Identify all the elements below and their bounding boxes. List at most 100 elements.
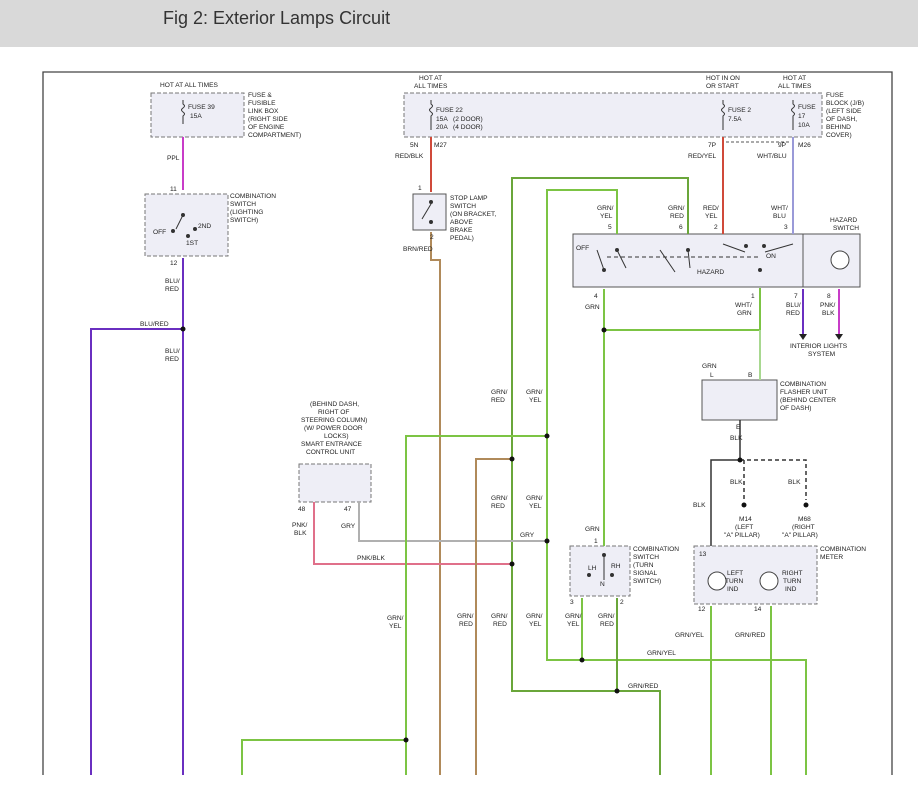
label-grn-red-b1: GRN/RED xyxy=(457,613,474,628)
label-flasher: COMBINATION FLASHER UNIT (BEHIND CENTER OF … xyxy=(780,381,836,412)
label-red-blk: RED/BLK xyxy=(395,153,424,160)
label-grn-l: GRN L xyxy=(702,363,717,379)
label-red-yel-top: RED/YEL xyxy=(703,205,719,220)
label-grn-yel-m2: GRN/YEL xyxy=(526,495,543,510)
label-haz-pin-8: 8 xyxy=(827,293,831,300)
label-pin-12: 12 xyxy=(170,260,178,267)
label-2nd: 2ND xyxy=(198,223,211,230)
wire-grn-hazard xyxy=(603,288,761,331)
label-haz-pin-7: 7 xyxy=(794,293,798,300)
label-stop-pin-1: 1 xyxy=(418,185,422,192)
label-interior-lights: INTERIOR LIGHTS SYSTEM xyxy=(790,343,848,358)
label-haz-pin-2: 2 xyxy=(714,224,718,231)
label-stop-lamp-switch: STOP LAMP SWITCH (ON BRACKET, ABOVE BRAKE PED… xyxy=(450,195,496,242)
label-pin-9p: 9P xyxy=(778,142,787,149)
diagram-border xyxy=(42,71,893,775)
label-m68: M68 (RIGHT "A" PILLAR) xyxy=(782,516,818,539)
label-pin-14: 14 xyxy=(754,606,762,613)
label-ppl: PPL xyxy=(167,155,180,162)
label-pin-12-meter: 12 xyxy=(698,606,706,613)
label-gry: GRY xyxy=(341,523,356,530)
label-haz-pin-6: 6 xyxy=(679,224,683,231)
label-grn-yel-m1: GRN/YEL xyxy=(526,389,543,404)
label-fuse-block: FUSE BLOCK (J/B) (LEFT SIDE OF DASH, BEHIND C… xyxy=(826,92,864,139)
label-hot-in-on: HOT IN ON OR START xyxy=(706,75,740,90)
label-rh: RH xyxy=(611,563,621,570)
label-pin-47: 47 xyxy=(344,506,352,513)
label-comb-meter: COMBINATION METER xyxy=(820,546,866,561)
label-haz-pin-1: 1 xyxy=(751,293,755,300)
label-haz-pin-3: 3 xyxy=(784,224,788,231)
label-hot-at-all-times-3: HOT AT ALL TIMES xyxy=(778,75,812,90)
label-smart-entrance: (BEHIND DASH, RIGHT OF STEERING COLUMN) (W/… xyxy=(301,401,367,456)
label-fuse-39-amp: 15A xyxy=(190,113,202,120)
label-hot-at-all-times-1: HOT AT ALL TIMES xyxy=(160,82,219,89)
label-blk-2: BLK xyxy=(730,479,743,486)
label-fusible-link-box: FUSE & FUSIBLE LINK BOX (RIGHT SIDE OF ENGIN… xyxy=(248,92,301,139)
label-blk: BLK xyxy=(730,435,743,442)
label-grn-red-top: GRN/RED xyxy=(668,205,685,220)
hazard-switch-box xyxy=(572,233,861,288)
label-pnk-blk: PNK/BLK xyxy=(292,522,308,537)
wire-brn-red xyxy=(430,232,441,775)
label-grn-red-h: GRN/RED xyxy=(628,683,659,690)
label-stop-pin-2: 2 xyxy=(430,234,434,241)
label-blk-3: BLK xyxy=(788,479,801,486)
label-fuse-22-doors: (2 DOOR) (4 DOOR) xyxy=(453,116,483,131)
label-pin-7p: 7P xyxy=(708,142,717,149)
label-turn-pin-2: 2 xyxy=(620,599,624,606)
label-blu-red-a: BLU/RED xyxy=(165,278,180,293)
label-blu-red-b: BLU/RED xyxy=(140,321,169,328)
circuit-diagram: HOT AT ALL TIMES FUSE 39 15A FUSE & FUSIB… xyxy=(42,71,893,775)
label-m14: M14 (LEFT "A" PILLAR) xyxy=(724,516,760,539)
label-grn-yel-meter: GRN/YEL xyxy=(675,632,704,639)
label-fuse-22-amp: 15A 20A xyxy=(436,116,448,131)
label-grn-bottom: GRN xyxy=(585,304,600,311)
label-pin-5n: 5N xyxy=(410,142,419,149)
label-wht-blu-top: WHT/BLU xyxy=(771,205,788,220)
label-fuse-22: FUSE 22 xyxy=(436,107,463,114)
label-pin-e: E xyxy=(736,424,741,431)
label-fuse-17: FUSE xyxy=(798,104,816,111)
label-red-yel: RED/YEL xyxy=(688,153,717,160)
label-haz-on: ON xyxy=(766,253,776,260)
label-off: OFF xyxy=(153,229,166,236)
label-pin-48: 48 xyxy=(298,506,306,513)
label-grn-red-meter: GRN/RED xyxy=(735,632,766,639)
label-blk-4: BLK xyxy=(693,502,706,509)
label-turn-switch: COMBINATION SWITCH (TURN SIGNAL SWITCH) xyxy=(633,546,679,585)
hazard-lamp xyxy=(830,250,850,270)
label-haz-pin-5: 5 xyxy=(608,224,612,231)
arrow-interior-1 xyxy=(799,334,807,340)
label-haz-off: OFF xyxy=(576,245,589,252)
label-fuse-39: FUSE 39 xyxy=(188,104,215,111)
label-fuse-17-amp: 10A xyxy=(798,122,810,129)
label-blu-red-haz: BLU/RED xyxy=(786,302,801,317)
label-grn-yel-b1: GRN/YEL xyxy=(387,615,404,630)
label-hazard: HAZARD xyxy=(697,269,724,276)
label-wht-blu: WHT/BLU xyxy=(757,153,787,160)
label-haz-pin-4: 4 xyxy=(594,293,598,300)
wire-gry xyxy=(358,502,547,542)
label-grn-yel-top: GRN/YEL xyxy=(597,205,614,220)
label-grn-red-ts: GRN/RED xyxy=(598,613,615,628)
flasher-box xyxy=(701,379,778,421)
label-lh: LH xyxy=(588,565,597,572)
stop-lamp-switch-box xyxy=(412,193,447,231)
label-brn-red: BRN/RED xyxy=(403,246,433,253)
label-pnk-blk-haz: PNK/BLK xyxy=(820,302,836,317)
label-pin-13: 13 xyxy=(699,551,707,558)
smart-entrance-box xyxy=(298,463,372,503)
label-grn-mid: GRN xyxy=(585,526,600,533)
left-turn-bulb xyxy=(707,571,727,591)
wire-grn-bottom xyxy=(241,739,406,775)
label-pin-b: B xyxy=(748,372,753,379)
label-lighting-switch: COMBINATION SWITCH (LIGHTING SWITCH) xyxy=(230,193,276,224)
label-blu-red-c: BLU/RED xyxy=(165,348,180,363)
label-grn-red-b2: GRN/RED xyxy=(491,613,508,628)
label-pin-11: 11 xyxy=(170,186,177,193)
label-1st: 1ST xyxy=(186,240,198,247)
arrow-interior-2 xyxy=(835,334,843,340)
label-grn-yel-h: GRN/YEL xyxy=(647,650,676,657)
label-m27: M27 xyxy=(434,142,447,149)
